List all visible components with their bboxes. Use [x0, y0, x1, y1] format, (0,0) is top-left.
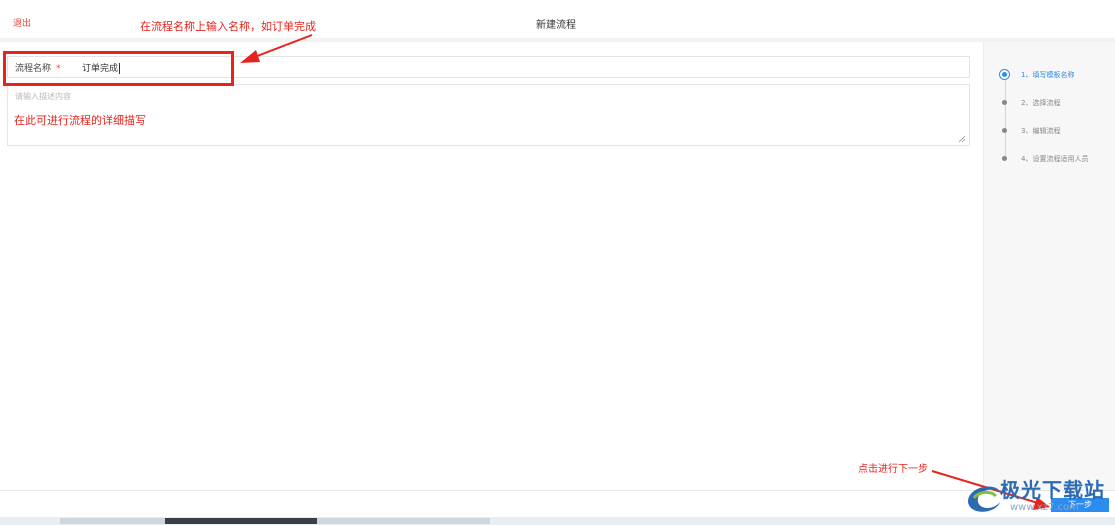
watermark-url: www.xz7.com [1010, 502, 1079, 513]
annotation-arrows [240, 34, 1050, 510]
arrow-to-name-field [240, 34, 313, 63]
watermark-brand: 极光下载站 [1000, 478, 1105, 502]
